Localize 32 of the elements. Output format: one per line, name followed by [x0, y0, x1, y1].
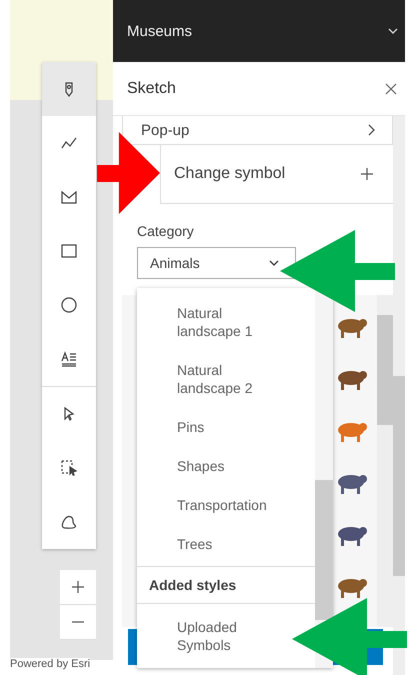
scrollbar[interactable]	[377, 295, 393, 627]
text-tool-button[interactable]	[42, 332, 96, 386]
plus-icon	[71, 580, 85, 594]
rectangle-icon	[60, 242, 78, 260]
circle-icon	[60, 296, 78, 314]
freehand-tool-button[interactable]	[42, 495, 96, 549]
section-label: Pop-up	[141, 122, 190, 138]
close-icon[interactable]	[385, 82, 397, 94]
text-icon	[60, 350, 78, 368]
panel-title: Sketch	[127, 80, 176, 98]
scrollbar[interactable]	[393, 116, 405, 675]
dropdown-option[interactable]: Uploaded Symbols	[137, 610, 315, 662]
dropdown-option[interactable]: Pins	[137, 410, 315, 444]
dropdown-value: Animals	[150, 255, 200, 271]
dropdown-option[interactable]: Natural landscape 1	[137, 296, 315, 348]
dropdown-option[interactable]: Trees	[137, 527, 315, 561]
plus-icon	[361, 168, 373, 180]
layer-title: Museums	[127, 22, 192, 40]
layer-header[interactable]: Museums	[113, 0, 405, 62]
point-tool-button[interactable]	[42, 62, 96, 116]
polygon-icon	[60, 188, 78, 206]
attribution-text: Powered by Esri	[10, 658, 90, 670]
section-label: Change symbol	[174, 165, 286, 183]
group-heading: Added styles	[137, 566, 315, 604]
chevron-down-icon	[269, 258, 279, 268]
freehand-icon	[60, 513, 78, 531]
category-dropdown[interactable]: Animals	[137, 247, 296, 279]
dropdown-option[interactable]: Transportation	[137, 488, 315, 522]
dropdown-option[interactable]: Natural landscape 2	[137, 353, 315, 405]
category-label: Category	[137, 223, 195, 239]
chevron-right-icon	[366, 124, 376, 136]
dropdown-option[interactable]: Shapes	[137, 449, 315, 483]
